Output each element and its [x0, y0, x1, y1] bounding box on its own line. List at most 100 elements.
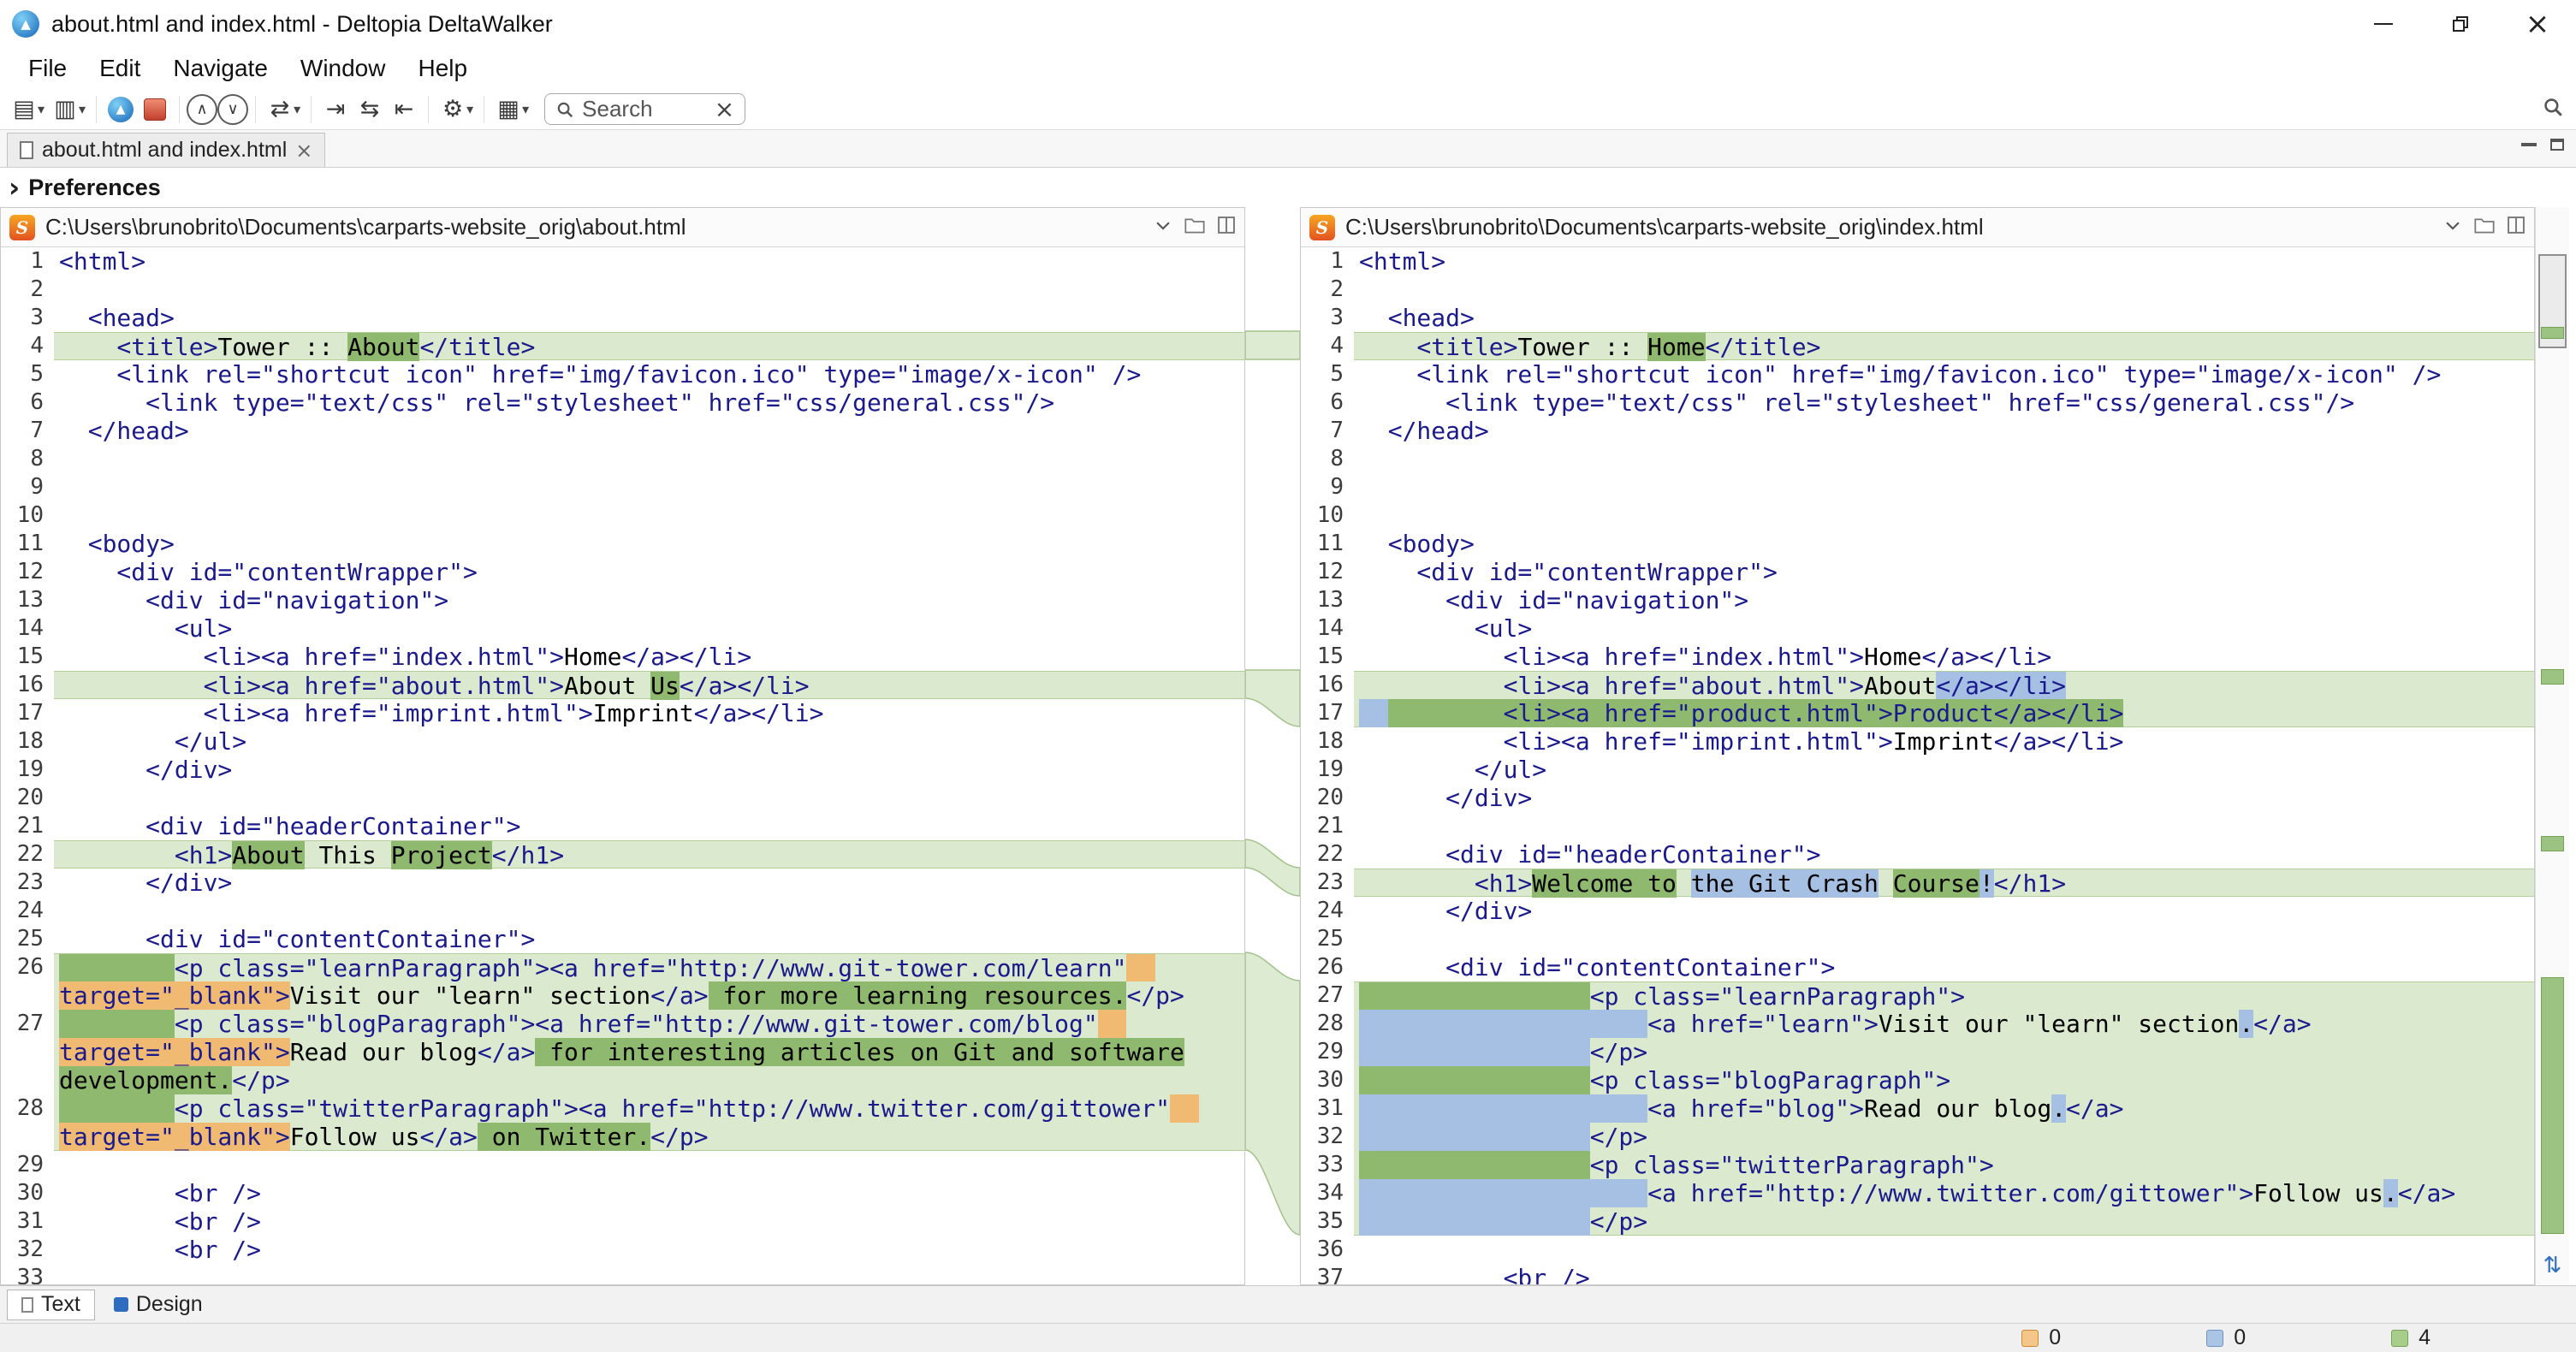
new-comparison-caret-icon[interactable]: ▾: [38, 101, 45, 117]
code-line[interactable]: 10: [1301, 501, 2534, 530]
code-line[interactable]: 27 <p class="learnParagraph">: [1301, 981, 2534, 1010]
code-line[interactable]: 21 <div id="headerContainer">: [1, 812, 1244, 840]
tab-close-icon[interactable]: ×: [295, 139, 312, 163]
code-line[interactable]: 34 <a href="http://www.twitter.com/gitto…: [1301, 1179, 2534, 1207]
code-line[interactable]: 11 <body>: [1, 530, 1244, 558]
code-line[interactable]: 15 <li><a href="index.html">Home</a></li…: [1301, 643, 2534, 671]
diff-mark[interactable]: [2541, 669, 2564, 685]
sync-scroll-icon[interactable]: ⇅: [2536, 1253, 2569, 1278]
code-line[interactable]: 32 </p>: [1301, 1123, 2534, 1151]
browse-folder-button[interactable]: [2474, 216, 2495, 239]
code-line[interactable]: 16 <li><a href="about.html">About Us</a>…: [1, 671, 1244, 699]
layout-caret-icon[interactable]: ▾: [522, 101, 529, 117]
code-line[interactable]: target="_blank">Read our blog</a> for in…: [1, 1038, 1244, 1066]
code-line[interactable]: 21: [1301, 812, 2534, 840]
code-line[interactable]: 2: [1, 276, 1244, 304]
code-line[interactable]: 14 <ul>: [1301, 614, 2534, 643]
swap-sides-caret-icon[interactable]: ▾: [294, 101, 300, 117]
code-line[interactable]: 13 <div id="navigation">: [1301, 586, 2534, 614]
code-line[interactable]: 16 <li><a href="about.html">About</a></l…: [1301, 671, 2534, 699]
search-clear-icon[interactable]: ×: [715, 95, 734, 123]
menu-file[interactable]: File: [12, 55, 83, 82]
maximize-pane-icon[interactable]: [2550, 139, 2564, 151]
code-line[interactable]: 25 <div id="contentContainer">: [1, 925, 1244, 953]
code-line[interactable]: 6 <link type="text/css" rel="stylesheet"…: [1301, 388, 2534, 417]
copy-to-right-button[interactable]: ⇥: [318, 92, 353, 127]
code-line[interactable]: development.</p>: [1, 1066, 1244, 1094]
code-line[interactable]: 23 <h1>Welcome to the Git Crash Course!<…: [1301, 869, 2534, 897]
code-line[interactable]: 18 <li><a href="imprint.html">Imprint</a…: [1301, 727, 2534, 756]
code-line[interactable]: 13 <div id="navigation">: [1, 586, 1244, 614]
stop-button[interactable]: [138, 92, 172, 127]
code-line[interactable]: 12 <div id="contentWrapper">: [1, 558, 1244, 586]
file-dropdown-button[interactable]: [2443, 216, 2462, 239]
code-line[interactable]: 7 </head>: [1301, 417, 2534, 445]
previous-difference-button[interactable]: ∧: [187, 94, 217, 125]
code-line[interactable]: 18 </ul>: [1, 727, 1244, 756]
code-line[interactable]: 29: [1, 1151, 1244, 1179]
code-line[interactable]: 26 <p class="learnParagraph"><a href="ht…: [1, 953, 1244, 981]
menu-edit[interactable]: Edit: [83, 55, 157, 82]
code-line[interactable]: 27 <p class="blogParagraph"><a href="htt…: [1, 1010, 1244, 1038]
preferences-section[interactable]: › Preferences: [0, 168, 2576, 207]
copy-both-button[interactable]: ⇆: [353, 92, 387, 127]
code-line[interactable]: 23 </div>: [1, 869, 1244, 897]
code-line[interactable]: 35 </p>: [1301, 1207, 2534, 1236]
left-code-editor[interactable]: 1<html>23 <head>4 <title>Tower :: About<…: [1, 247, 1244, 1284]
code-line[interactable]: 33 <p class="twitterParagraph">: [1301, 1151, 2534, 1179]
code-line[interactable]: 29 </p>: [1301, 1038, 2534, 1066]
editor-options-button[interactable]: [2507, 216, 2526, 239]
copy-to-left-button[interactable]: ⇤: [387, 92, 421, 127]
open-comparison-caret-icon[interactable]: ▾: [79, 101, 86, 117]
code-line[interactable]: 12 <div id="contentWrapper">: [1301, 558, 2534, 586]
swap-sides-button[interactable]: ⇄: [263, 92, 297, 127]
code-line[interactable]: 3 <head>: [1, 304, 1244, 332]
code-line[interactable]: 9: [1301, 473, 2534, 501]
editor-options-button[interactable]: [1217, 216, 1236, 239]
code-line[interactable]: 20 </div>: [1301, 784, 2534, 812]
quick-search-button[interactable]: [2542, 96, 2564, 122]
code-line[interactable]: 25: [1301, 925, 2534, 953]
overview-ruler[interactable]: ⇅: [2535, 207, 2569, 1285]
code-line[interactable]: 24: [1, 897, 1244, 925]
close-button[interactable]: ×: [2499, 0, 2576, 48]
code-line[interactable]: 22 <div id="headerContainer">: [1301, 840, 2534, 869]
new-comparison-button[interactable]: ▤: [7, 92, 41, 127]
menu-help[interactable]: Help: [401, 55, 484, 82]
code-line[interactable]: 19 </div>: [1, 756, 1244, 784]
tab-text[interactable]: Text: [7, 1290, 95, 1320]
code-line[interactable]: 24 </div>: [1301, 897, 2534, 925]
code-line[interactable]: 10: [1, 501, 1244, 530]
next-difference-button[interactable]: ∨: [217, 94, 248, 125]
code-line[interactable]: 37 <br />: [1301, 1264, 2534, 1284]
menu-window[interactable]: Window: [284, 55, 402, 82]
minimize-pane-icon[interactable]: [2521, 143, 2537, 146]
code-line[interactable]: 6 <link type="text/css" rel="stylesheet"…: [1, 388, 1244, 417]
settings-caret-icon[interactable]: ▾: [466, 101, 473, 117]
code-line[interactable]: 8: [1, 445, 1244, 473]
minimize-button[interactable]: [2345, 0, 2422, 48]
deltawalker-logo-button[interactable]: ▲: [104, 92, 138, 127]
browse-folder-button[interactable]: [1184, 216, 1205, 239]
code-line[interactable]: 31 <br />: [1, 1207, 1244, 1236]
code-line[interactable]: target="_blank">Follow us</a> on Twitter…: [1, 1123, 1244, 1151]
code-line[interactable]: 4 <title>Tower :: About</title>: [1, 332, 1244, 360]
code-line[interactable]: 1<html>: [1301, 247, 2534, 276]
code-line[interactable]: 22 <h1>About This Project</h1>: [1, 840, 1244, 869]
code-line[interactable]: 36: [1301, 1236, 2534, 1264]
code-line[interactable]: 1<html>: [1, 247, 1244, 276]
code-line[interactable]: 17 <li><a href="product.html">Product</a…: [1301, 699, 2534, 727]
diff-mark[interactable]: [2541, 977, 2564, 1234]
code-line[interactable]: 9: [1, 473, 1244, 501]
code-line[interactable]: 30 <p class="blogParagraph">: [1301, 1066, 2534, 1094]
menu-navigate[interactable]: Navigate: [157, 55, 284, 82]
code-line[interactable]: 19 </ul>: [1301, 756, 2534, 784]
layout-button[interactable]: ▦: [491, 92, 525, 127]
code-line[interactable]: 30 <br />: [1, 1179, 1244, 1207]
code-line[interactable]: 28 <p class="twitterParagraph"><a href="…: [1, 1094, 1244, 1123]
file-dropdown-button[interactable]: [1154, 216, 1172, 239]
code-line[interactable]: 28 <a href="learn">Visit our "learn" sec…: [1301, 1010, 2534, 1038]
code-line[interactable]: 4 <title>Tower :: Home</title>: [1301, 332, 2534, 360]
restore-button[interactable]: [2422, 0, 2499, 48]
code-line[interactable]: 20: [1, 784, 1244, 812]
